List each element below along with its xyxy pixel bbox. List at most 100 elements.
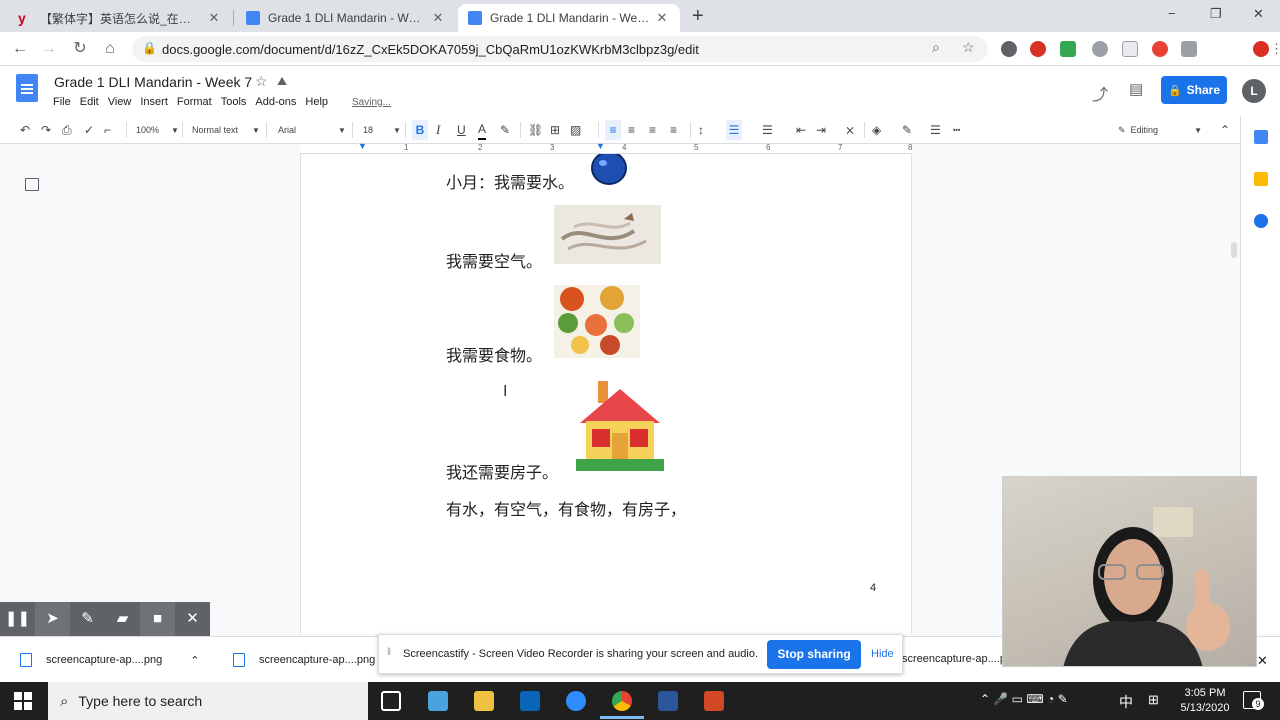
adblock-icon[interactable] [1030, 41, 1046, 57]
house-image[interactable] [576, 381, 664, 474]
task-view-icon[interactable] [381, 691, 401, 711]
pen-icon[interactable]: ✎ [70, 602, 105, 636]
star-icon[interactable]: ☆ [255, 73, 268, 90]
chrome-icon[interactable] [612, 691, 632, 711]
menu-edit[interactable]: Edit [80, 96, 99, 108]
clear-formatting-icon[interactable]: ⨯ [845, 120, 855, 140]
eraser-icon[interactable]: ▰ [105, 602, 140, 636]
onedrive-icon[interactable] [428, 691, 448, 711]
water-drop-image[interactable] [591, 154, 627, 186]
forward-icon[interactable]: → [38, 38, 60, 60]
close-tab-icon[interactable]: ✕ [654, 10, 670, 26]
close-tab-icon[interactable]: ✕ [206, 10, 222, 26]
style-select[interactable]: Normal text ▼ [192, 120, 260, 140]
download-item[interactable]: screencapture-ap....png [233, 653, 375, 667]
numbered-list-icon[interactable]: ☰ [726, 120, 742, 140]
food-image[interactable] [554, 285, 640, 358]
underline-button[interactable]: U [457, 120, 466, 140]
download-item[interactable]: screencapture-ap....png ⌃ [20, 653, 199, 667]
left-indent-marker[interactable]: ▼ [358, 141, 367, 151]
menu-help[interactable]: Help [305, 96, 328, 108]
align-center-icon[interactable]: ≡ [628, 120, 635, 140]
bold-button[interactable]: B [412, 120, 428, 140]
tab-week7[interactable]: Grade 1 DLI Mandarin - Week 7 - ✕ [458, 4, 680, 32]
air-wind-image[interactable] [554, 205, 661, 264]
spellcheck-icon[interactable]: ✓ [84, 120, 94, 140]
scrollbar-thumb[interactable] [1231, 242, 1237, 258]
ime-indicator[interactable]: 中 [1119, 692, 1133, 712]
home-icon[interactable]: ⌂ [99, 38, 121, 60]
menu-icon[interactable]: ⋮ [1270, 41, 1280, 57]
decrease-indent-icon[interactable]: ⇤ [796, 120, 806, 140]
stop-sharing-button[interactable]: Stop sharing [767, 640, 861, 669]
minimize-button[interactable]: − [1168, 6, 1176, 21]
system-tray-icons[interactable]: ⌃ 🎤 ▭ ⌨ ◔ ✎ [980, 692, 1068, 706]
menu-tools[interactable]: Tools [221, 96, 247, 108]
share-button[interactable]: 🔒 Share [1161, 76, 1227, 104]
italic-button[interactable]: I [436, 120, 440, 140]
taskbar-search[interactable]: ⌕ Type here to search [48, 682, 368, 720]
back-icon[interactable]: ← [9, 38, 31, 60]
menu-format[interactable]: Format [177, 96, 212, 108]
menu-addons[interactable]: Add-ons [255, 96, 296, 108]
document-title[interactable]: Grade 1 DLI Mandarin - Week 7 [54, 74, 252, 90]
border-dash-icon[interactable]: ┅ [953, 120, 960, 140]
webcam-overlay[interactable] [1002, 476, 1257, 667]
lastpass-icon[interactable] [1001, 41, 1017, 57]
extension-icon[interactable] [1092, 41, 1108, 57]
extension-icon[interactable] [1060, 41, 1076, 57]
border-color-icon[interactable]: ✎ [902, 120, 912, 140]
link-icon[interactable]: ⛓ [528, 120, 543, 140]
line-spacing-icon[interactable]: ↕ [698, 120, 704, 140]
notifications-icon[interactable]: 9 [1243, 691, 1264, 710]
paint-format-icon[interactable]: ⌐ [104, 120, 111, 140]
download-item[interactable]: screencapture-ap....p [902, 653, 1006, 665]
camera-icon[interactable]: ■ [140, 602, 175, 636]
move-to-drive-icon[interactable]: ⛰ [277, 74, 287, 89]
windows-start-icon[interactable] [14, 692, 32, 710]
file-explorer-icon[interactable] [474, 691, 494, 711]
close-downloads-icon[interactable]: ✕ [1257, 653, 1268, 669]
close-tab-icon[interactable]: ✕ [430, 10, 446, 26]
zoom-search-icon[interactable]: ⌕ [932, 39, 940, 56]
border-width-icon[interactable]: ☰ [930, 120, 941, 140]
word-icon[interactable] [658, 691, 678, 711]
tasks-icon[interactable] [1254, 214, 1268, 228]
menu-view[interactable]: View [108, 96, 132, 108]
comments-icon[interactable]: ▤ [1129, 80, 1143, 98]
pause-icon[interactable]: ❚❚ [0, 602, 35, 636]
hide-button[interactable]: Hide [871, 648, 894, 660]
align-left-icon[interactable]: ≡ [605, 120, 621, 140]
editing-mode-select[interactable]: ✎ Editing ▼ [1118, 120, 1202, 140]
align-right-icon[interactable]: ≡ [649, 120, 656, 140]
justify-icon[interactable]: ≡ [670, 120, 677, 140]
outlook-icon[interactable] [520, 691, 540, 711]
document-line[interactable]: 我需要空气。 [446, 248, 542, 272]
extension-icon[interactable] [1122, 41, 1138, 57]
tab-translation[interactable]: y 【繁体字】英语怎么说_在线翻译_汉 ✕ [8, 4, 232, 32]
image-insert-icon[interactable]: ▨ [570, 120, 581, 140]
extension-icon[interactable] [1253, 41, 1269, 57]
collapse-toolbar-icon[interactable]: ⌃ [1220, 120, 1230, 140]
camera-extension-icon[interactable] [1181, 41, 1197, 57]
screencastify-icon[interactable] [1152, 41, 1168, 57]
zoom-select[interactable]: 100% ▼ [136, 120, 179, 140]
document-line[interactable]: 小月：我需要水。 [446, 169, 574, 193]
menu-insert[interactable]: Insert [140, 96, 168, 108]
highlight-icon[interactable]: ✎ [500, 120, 510, 140]
text-color-button[interactable]: A [478, 120, 487, 140]
clock[interactable]: 3:05 PM 5/13/2020 [1176, 686, 1234, 716]
restore-button[interactable]: ❐ [1210, 6, 1222, 22]
drag-handle-icon[interactable]: ‖ [387, 647, 391, 658]
activity-trend-icon[interactable]: ⤴ [1092, 81, 1108, 105]
tab-week6[interactable]: Grade 1 DLI Mandarin - Week 6 - ✕ [236, 4, 456, 32]
cursor-icon[interactable]: ➤ [35, 602, 70, 636]
print-icon[interactable]: ⎙ [62, 120, 72, 140]
close-window-button[interactable]: ✕ [1253, 6, 1264, 22]
comment-add-icon[interactable]: ⊞ [550, 120, 560, 140]
menu-file[interactable]: File [53, 96, 71, 108]
fill-color-icon[interactable]: ◈ [872, 120, 881, 140]
document-line[interactable]: 我需要食物。 [446, 342, 542, 366]
undo-icon[interactable]: ↶ [20, 120, 30, 140]
tab-marker[interactable]: ▼ [596, 141, 605, 151]
